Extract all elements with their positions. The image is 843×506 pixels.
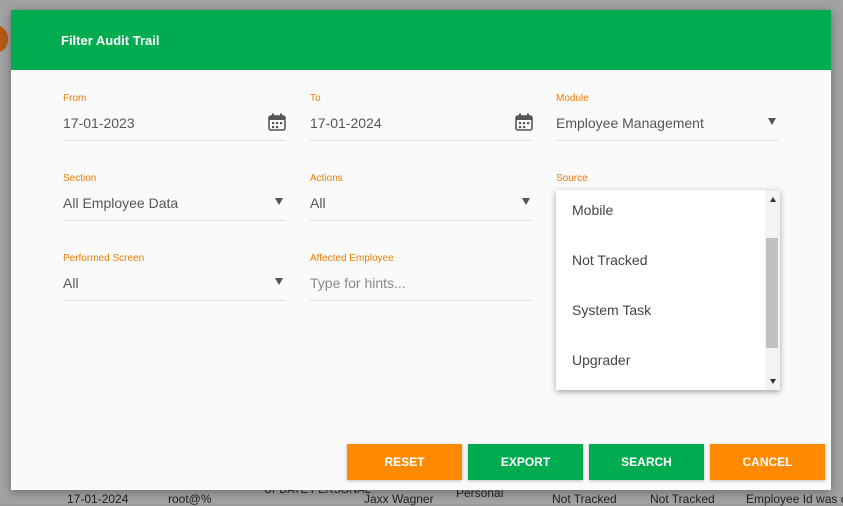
actions-label: Actions [310,173,343,184]
reset-button[interactable]: RESET [347,444,462,480]
chevron-down-icon [522,198,530,205]
calendar-icon[interactable] [514,112,534,132]
module-value: Employee Management [556,115,704,131]
actions-value: All [310,195,326,211]
chevron-down-icon [768,118,776,125]
affected-employee-placeholder: Type for hints... [310,275,406,291]
scroll-up-icon[interactable] [770,197,776,202]
module-label: Module [556,93,589,104]
performed-screen-value: All [63,275,79,291]
from-date-field: From 17-01-2023 [63,92,287,141]
to-date-input[interactable]: 17-01-2024 [310,106,534,141]
search-button[interactable]: SEARCH [589,444,704,480]
dropdown-option[interactable]: Not Tracked [556,240,780,290]
performed-screen-select[interactable]: All [63,266,285,301]
section-field: Section All Employee Data [63,172,285,221]
from-label: From [63,93,87,104]
source-dropdown-list[interactable]: Mobile Not Tracked System Task Upgrader [556,190,780,390]
scroll-down-icon[interactable] [770,379,776,384]
chevron-down-icon [275,278,283,285]
performed-screen-label: Performed Screen [63,253,145,264]
module-field: Module Employee Management [556,92,778,141]
actions-field: Actions All [310,172,532,221]
cancel-button[interactable]: CANCEL [710,444,825,480]
affected-employee-field: Affected Employee Type for hints... [310,252,532,301]
section-select[interactable]: All Employee Data [63,186,285,221]
performed-screen-field: Performed Screen All [63,252,285,301]
avatar [0,26,8,52]
table-row: 17-01-2024 root@% UPDATE PERSONAL Jaxx W… [0,484,843,506]
from-date-input[interactable]: 17-01-2023 [63,106,287,141]
section-label: Section [63,173,97,184]
scrollbar[interactable] [765,190,780,390]
dialog-title: Filter Audit Trail [61,32,160,48]
dropdown-option[interactable]: Mobile [556,190,780,240]
chevron-down-icon [275,198,283,205]
section-value: All Employee Data [63,195,179,211]
affected-employee-label: Affected Employee [310,253,394,264]
calendar-icon[interactable] [267,112,287,132]
dropdown-option[interactable]: System Task [556,290,780,340]
scrollbar-thumb[interactable] [766,238,778,348]
to-date-value: 17-01-2024 [310,115,382,131]
dropdown-option[interactable]: Upgrader [556,340,780,390]
from-date-value: 17-01-2023 [63,115,135,131]
source-field: Source [556,172,778,186]
dialog-header: Filter Audit Trail [11,10,831,70]
affected-employee-input[interactable]: Type for hints... [310,266,532,301]
to-date-field: To 17-01-2024 [310,92,534,141]
module-select[interactable]: Employee Management [556,106,778,141]
source-label: Source [556,173,588,184]
to-label: To [310,93,321,104]
export-button[interactable]: EXPORT [468,444,583,480]
actions-select[interactable]: All [310,186,532,221]
filter-audit-trail-dialog: Filter Audit Trail From 17-01-2023 To 17… [11,10,831,490]
